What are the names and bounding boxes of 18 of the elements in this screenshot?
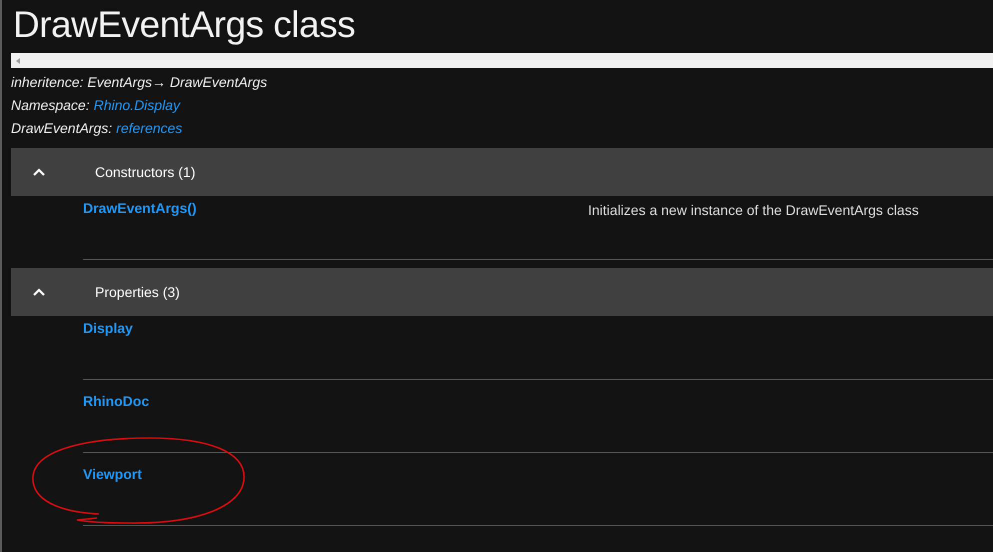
member-link[interactable]: RhinoDoc [83, 393, 150, 409]
info-label: inheritence: [11, 73, 84, 92]
member-link[interactable]: Viewport [83, 466, 142, 482]
info-label: Namespace: [11, 96, 90, 115]
horizontal-scrollbar[interactable] [11, 53, 993, 68]
info-link[interactable]: Rhino.Display [94, 94, 180, 117]
info-link[interactable]: references [116, 117, 182, 140]
page-title: DrawEventArgs class [12, 3, 356, 47]
chevron-up-icon [33, 288, 45, 296]
member-link[interactable]: Display [83, 320, 133, 336]
section-header[interactable]: Constructors (1) [11, 148, 993, 196]
scroll-left-icon[interactable] [16, 58, 20, 64]
member-link[interactable]: DrawEventArgs() [83, 200, 197, 216]
info-value: EventArgs→ DrawEventArgs [87, 73, 268, 92]
chevron-up-icon [33, 168, 45, 176]
member-description: Initializes a new instance of the DrawEventArgs class [588, 202, 919, 220]
section-header[interactable]: Properties (3) [11, 268, 993, 316]
info-label: DrawEventArgs: [11, 119, 112, 138]
